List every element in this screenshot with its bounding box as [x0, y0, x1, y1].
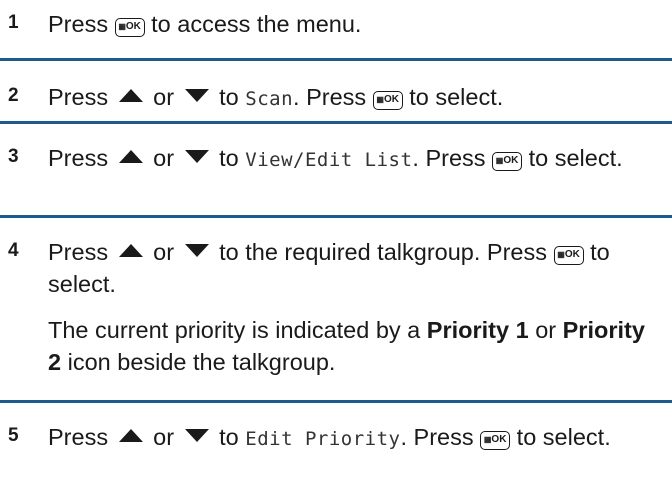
menu-ok-button-icon: ▦ OK — [372, 90, 403, 110]
divider — [0, 58, 672, 61]
up-arrow-icon — [118, 89, 143, 102]
step-number: 5 — [8, 425, 19, 446]
step-number: 1 — [8, 12, 19, 33]
step-text: Press ▦ OK to access the menu. — [48, 11, 362, 37]
step-text: Press or to View/Edit List. Press ▦ OK to… — [48, 145, 623, 171]
step-text: Press or to the required talkgroup. Pres… — [48, 236, 658, 378]
down-arrow-icon — [184, 150, 209, 163]
menu-ok-button-icon: ▦ OK — [480, 430, 511, 450]
step-number: 3 — [8, 146, 19, 167]
step-text: Press or to Edit Priority. Press ▦ OK to … — [48, 424, 611, 450]
down-arrow-icon — [184, 429, 209, 442]
menu-item-label: Edit Priority — [245, 428, 401, 450]
divider — [0, 400, 672, 403]
down-arrow-icon — [184, 244, 209, 257]
divider — [0, 121, 672, 124]
divider — [0, 215, 672, 218]
menu-ok-button-icon: ▦ OK — [492, 151, 523, 171]
step-text: Press or to Scan. Press ▦ OK to select. — [48, 84, 504, 110]
step-number: 2 — [8, 85, 19, 106]
menu-item-label: View/Edit List — [245, 149, 413, 171]
menu-ok-button-icon: ▦ OK — [114, 17, 145, 37]
down-arrow-icon — [184, 89, 209, 102]
menu-item-label: Scan — [245, 88, 294, 110]
up-arrow-icon — [118, 244, 143, 257]
menu-ok-button-icon: ▦ OK — [553, 245, 584, 265]
up-arrow-icon — [118, 150, 143, 163]
up-arrow-icon — [118, 429, 143, 442]
step-number: 4 — [8, 240, 19, 261]
step-note: The current priority is indicated by a P… — [48, 317, 645, 375]
